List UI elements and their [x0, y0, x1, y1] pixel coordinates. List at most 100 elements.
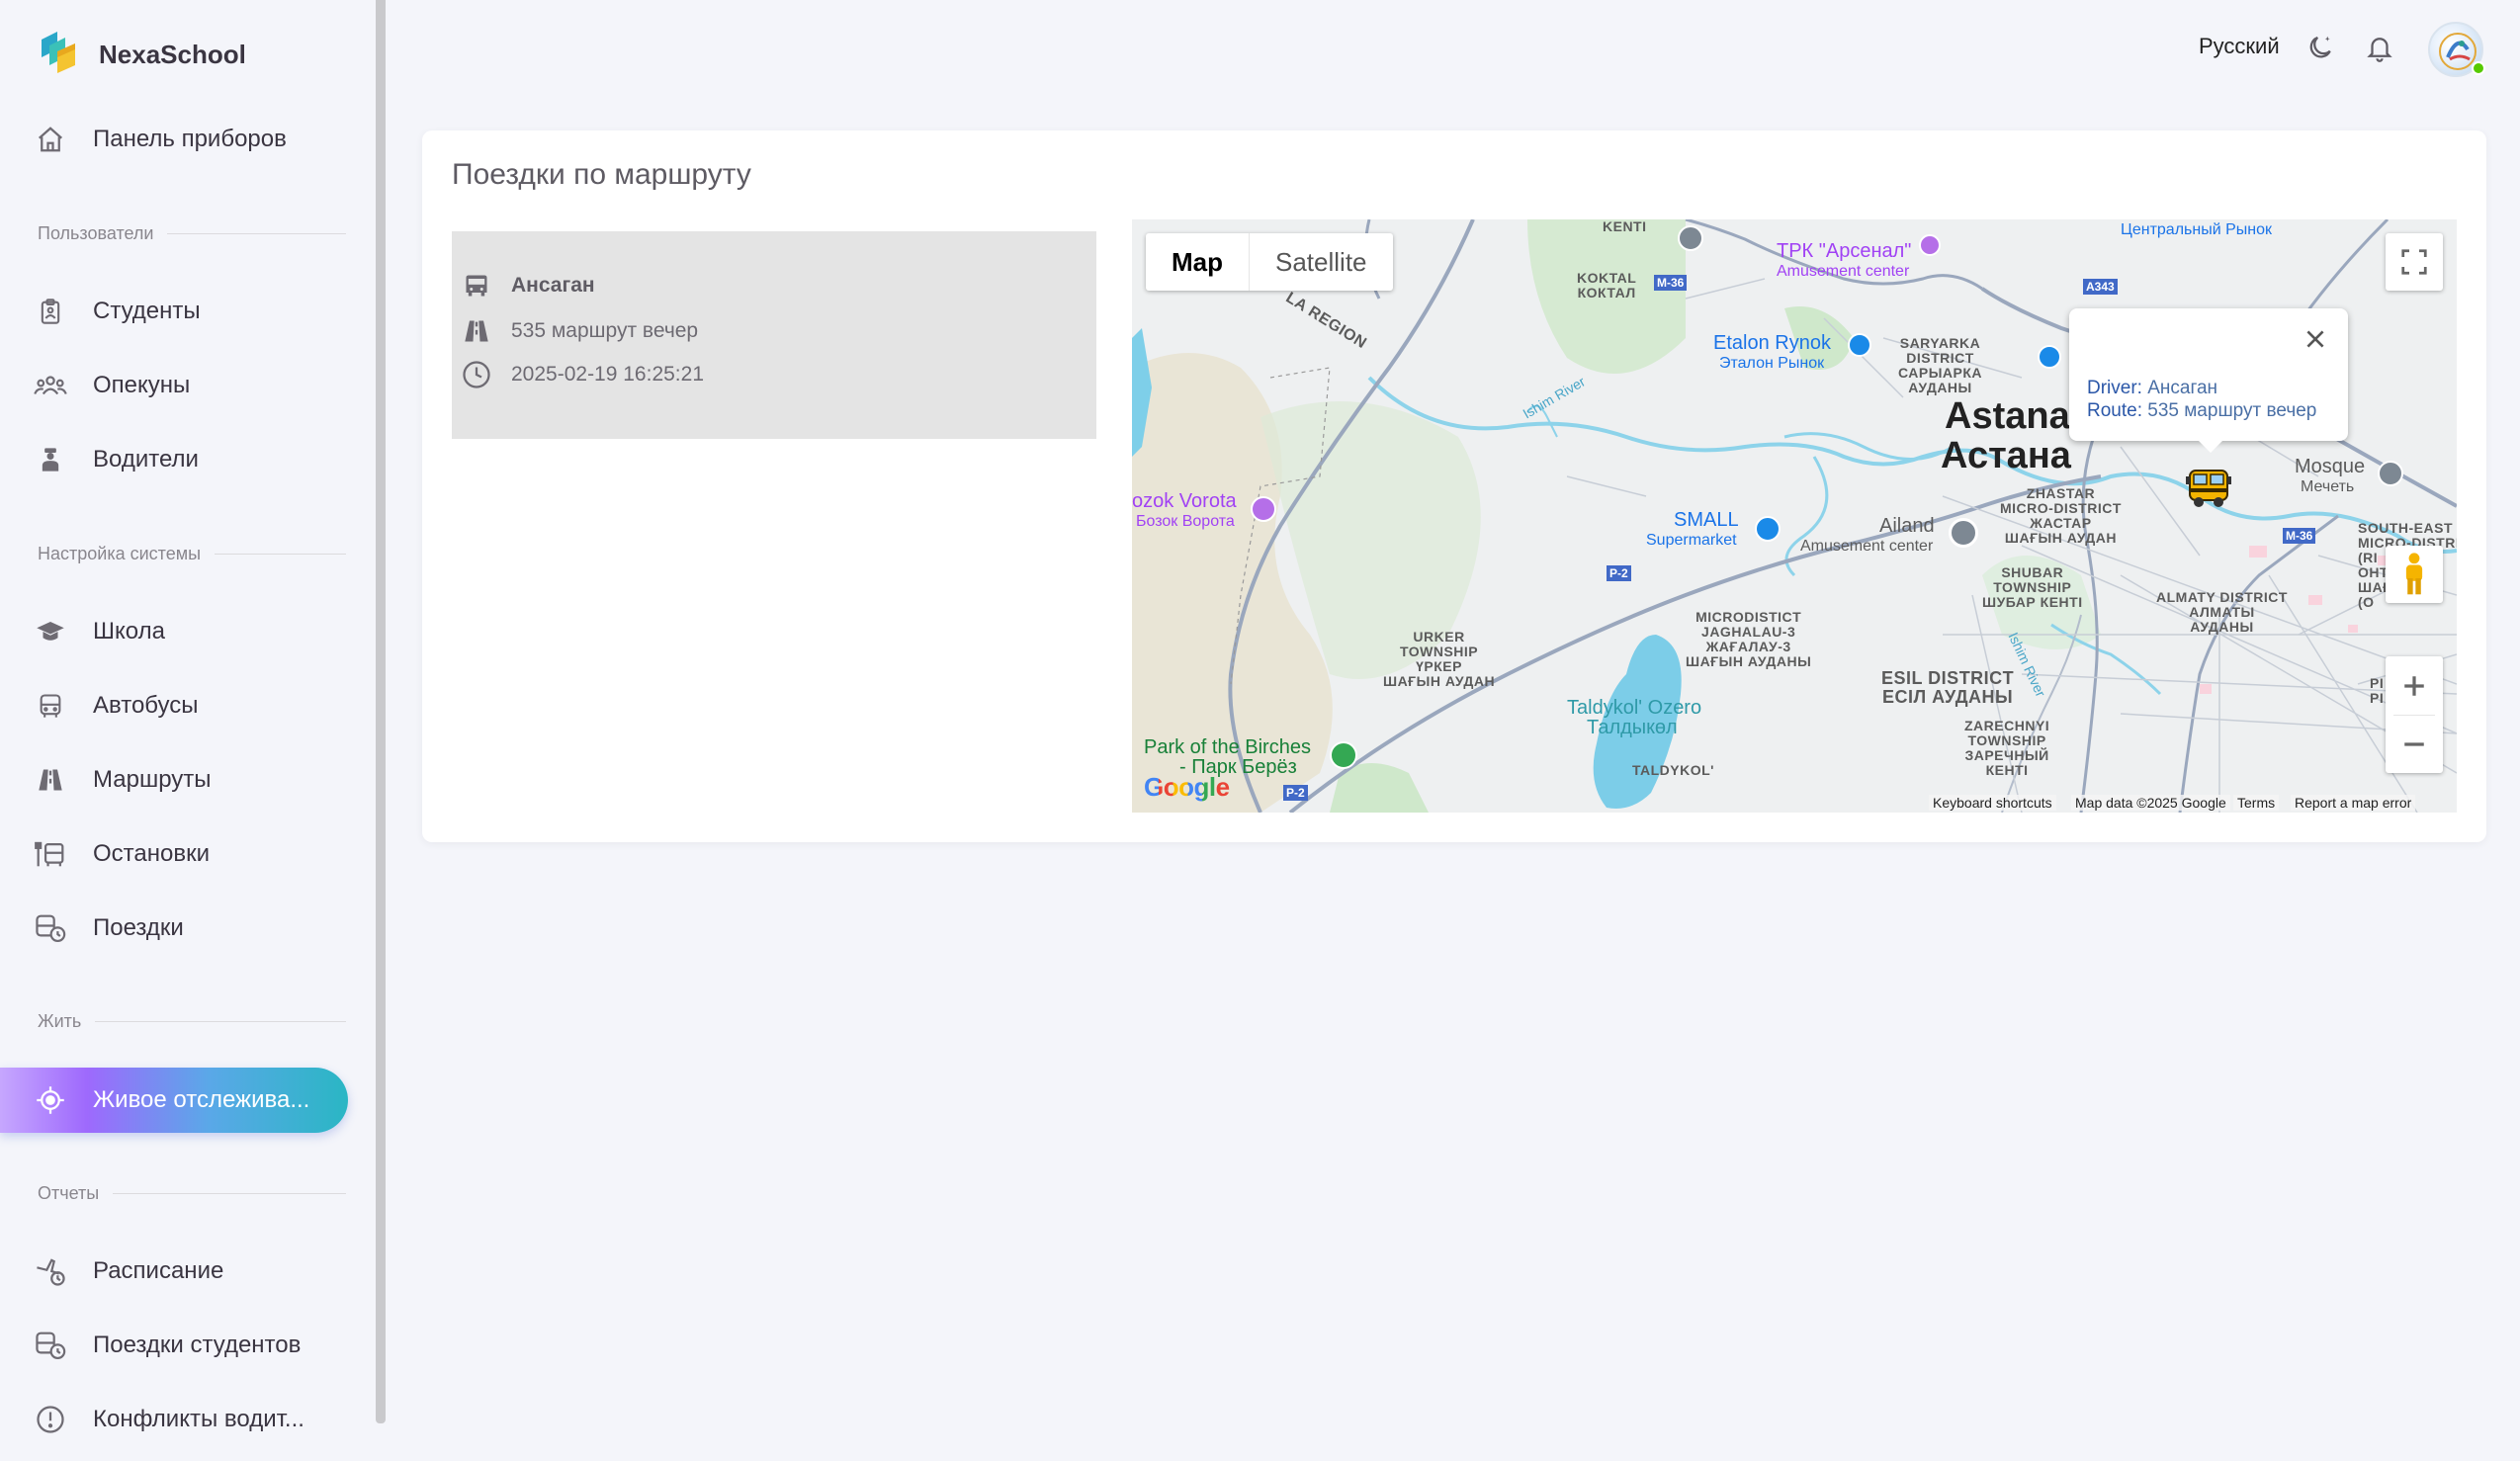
keyboard-shortcuts-link[interactable]: Keyboard shortcuts: [1929, 795, 2056, 811]
sidebar-scrollbar[interactable]: [376, 0, 386, 1423]
map-label: SARYARKA DISTRICT САРЫАРКА АУДАНЫ: [1898, 335, 1983, 395]
bell-icon[interactable]: [2362, 30, 2397, 65]
sidebar-item-routes[interactable]: Маршруты: [32, 747, 348, 813]
poi-label[interactable]: Эталон Рынок: [1719, 353, 1824, 374]
graduation-cap-icon: [32, 613, 69, 650]
sidebar-item-label: Панель приборов: [93, 126, 287, 152]
road-shield: P-2: [1607, 565, 1631, 581]
map-label: ZHASTAR MICRO-DISTRICT ЖАСТАР ШАҒЫН АУДА…: [2000, 485, 2122, 546]
moon-icon[interactable]: [2303, 30, 2339, 65]
poi-label[interactable]: ТРК "Арсенал": [1777, 241, 1911, 262]
users-group-icon: [32, 367, 69, 404]
close-icon[interactable]: [2303, 326, 2328, 357]
sidebar-item-school[interactable]: Школа: [32, 599, 348, 664]
zoom-control: [2386, 656, 2443, 773]
map-label: ALMATY DISTRICT АЛМАТЫ АУДАНЫ: [2156, 589, 2288, 635]
bus-marker-icon[interactable]: [2184, 463, 2233, 517]
poi-label[interactable]: Etalon Rynok: [1713, 333, 1831, 354]
plus-icon: [2404, 675, 2424, 696]
poi-label[interactable]: Мечеть: [2301, 476, 2354, 497]
amusement-pin-icon[interactable]: [1919, 234, 1941, 256]
poi-label[interactable]: Park of the Birches: [1144, 737, 1311, 758]
poi-label[interactable]: ozok Vorota: [1132, 491, 1237, 512]
poi-label[interactable]: Taldykol' Ozero: [1567, 698, 1701, 719]
sidebar-item-label: Расписание: [93, 1257, 224, 1284]
section-users: Пользователи: [38, 223, 346, 244]
place-pin-icon[interactable]: [1949, 518, 1978, 548]
zoom-out-button[interactable]: [2401, 716, 2427, 773]
sidebar-item-stops[interactable]: Остановки: [32, 821, 348, 887]
fullscreen-icon: [2401, 249, 2427, 275]
poi-label[interactable]: Талдыкөл: [1587, 718, 1678, 738]
google-logo[interactable]: Google: [1144, 774, 1230, 800]
poi-label[interactable]: Центральный Рынок: [2121, 219, 2272, 240]
road-shield: M-36: [1654, 275, 1688, 291]
language-selector[interactable]: Русский: [2199, 34, 2280, 59]
sidebar-item-label: Поездки: [93, 914, 184, 941]
bus-icon: [460, 269, 493, 302]
trip-datetime: 2025-02-19 16:25:21: [511, 363, 704, 386]
sidebar-item-schedule[interactable]: Расписание: [32, 1239, 348, 1304]
park-pin-icon[interactable]: [1330, 741, 1357, 769]
fullscreen-button[interactable]: [2386, 233, 2443, 291]
section-label: Жить: [38, 1011, 82, 1031]
road-shield: P-2: [1283, 785, 1308, 801]
map-type-map-button[interactable]: Map: [1146, 233, 1249, 291]
road-icon: [460, 314, 493, 348]
sidebar-item-guardians[interactable]: Опекуны: [32, 353, 348, 418]
trip-time-row: 2025-02-19 16:25:21: [460, 358, 704, 391]
trip-route: 535 маршрут вечер: [511, 319, 699, 342]
sidebar-item-trips[interactable]: Поездки: [32, 896, 348, 961]
poi-label[interactable]: Supermarket: [1646, 530, 1737, 551]
map-data-text: Map data ©2025 Google: [2071, 795, 2230, 811]
terms-link[interactable]: Terms: [2233, 795, 2280, 811]
trip-route-row: 535 маршрут вечер: [460, 314, 698, 348]
map[interactable]: M-36 A343 M-36 P-2 P-2 KENTI KOKTAL КОКТ…: [1132, 219, 2457, 813]
brand[interactable]: NexaSchool: [38, 30, 246, 80]
clipboard-user-icon: [32, 293, 69, 330]
trip-driver-row: Ансаган: [460, 269, 595, 302]
museum-pin-icon[interactable]: [1251, 496, 1276, 522]
minus-icon: [2404, 741, 2424, 746]
trip-item[interactable]: Ансаган 535 маршрут вечер 2025-02-19 16:…: [452, 231, 1096, 439]
poi-label[interactable]: Amusement center: [1800, 536, 1933, 557]
section-settings: Настройка системы: [38, 544, 346, 564]
report-map-error-link[interactable]: Report a map error: [2291, 795, 2416, 811]
bus-icon: [32, 687, 69, 725]
bus-stop-icon: [32, 835, 69, 873]
driver-icon: [32, 441, 69, 478]
poi-label[interactable]: Ailand: [1879, 516, 1935, 537]
sidebar-item-drivers[interactable]: Водители: [32, 427, 348, 492]
city-label: Астана: [1941, 435, 2071, 476]
info-route-value: 535 маршрут вечер: [2147, 400, 2317, 421]
landmark-pin-icon[interactable]: [1678, 225, 1703, 251]
poi-label[interactable]: Бозок Ворота: [1136, 511, 1235, 532]
road-shield: M-36: [2283, 528, 2316, 544]
poi-label[interactable]: SMALL: [1674, 510, 1739, 531]
poi-label[interactable]: Mosque: [2295, 457, 2365, 477]
sidebar-item-buses[interactable]: Автобусы: [32, 673, 348, 738]
home-icon: [32, 121, 69, 158]
sidebar-item-label: Живое отслежива...: [93, 1086, 310, 1113]
sidebar-item-student-trips[interactable]: Поездки студентов: [32, 1313, 348, 1378]
sidebar-item-live-tracking[interactable]: Живое отслежива...: [0, 1068, 348, 1133]
map-label: MICRODISTICT JAGHALAU-3 ЖАҒАЛАУ-3 ШАҒЫН …: [1686, 609, 1812, 669]
road-icon: [32, 761, 69, 799]
sidebar-item-label: Студенты: [93, 298, 201, 324]
sidebar-item-label: Водители: [93, 446, 199, 473]
plane-clock-icon: [32, 1252, 69, 1290]
pegman-icon: [2405, 553, 2423, 595]
poi-label[interactable]: Amusement center: [1777, 261, 1909, 282]
sidebar-item-dashboard[interactable]: Панель приборов: [32, 107, 348, 172]
sidebar-item-driver-conflicts[interactable]: Конфликты водит...: [32, 1387, 348, 1452]
shopping-pin-icon[interactable]: [1848, 333, 1871, 357]
crosshair-icon: [32, 1081, 69, 1119]
sidebar-item-label: Школа: [93, 618, 165, 645]
shopping-pin-icon[interactable]: [1755, 516, 1781, 542]
mosque-pin-icon[interactable]: [2378, 461, 2403, 486]
lock-pin-icon[interactable]: [2038, 345, 2061, 369]
sidebar-item-students[interactable]: Студенты: [32, 279, 348, 344]
zoom-in-button[interactable]: [2401, 657, 2427, 715]
street-view-pegman-button[interactable]: [2386, 546, 2443, 603]
map-type-satellite-button[interactable]: Satellite: [1249, 233, 1393, 291]
